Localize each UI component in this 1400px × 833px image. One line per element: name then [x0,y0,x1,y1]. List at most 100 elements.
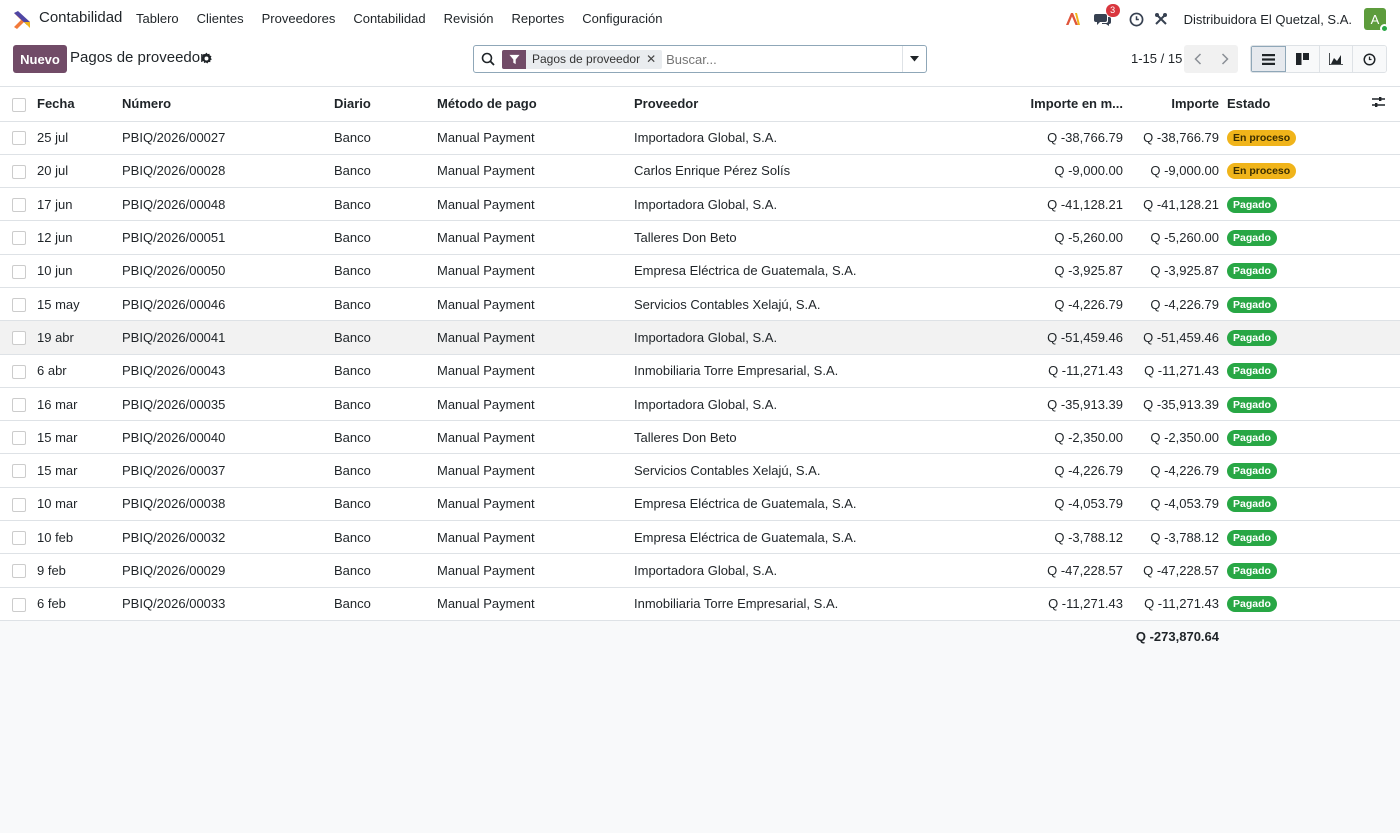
row-checkbox-cell[interactable] [0,287,37,320]
row-checkbox[interactable] [12,231,26,246]
row-checkbox[interactable] [12,497,26,512]
row-checkbox[interactable] [12,297,26,312]
cell-empty [1372,387,1400,420]
avatar-letter: A [1370,11,1380,27]
row-checkbox[interactable] [12,198,26,213]
menu-item-clientes[interactable]: Clientes [197,11,244,26]
table-row[interactable]: 12 jun PBIQ/2026/00051 Banco Manual Payment… [0,220,1400,255]
row-checkbox[interactable] [12,164,26,179]
table-row[interactable]: 15 mar PBIQ/2026/00037 Banco Manual Payment… [0,453,1400,488]
select-all-checkbox[interactable] [12,97,26,112]
new-button[interactable]: Nuevo [13,45,67,73]
row-checkbox-cell[interactable] [0,521,37,554]
row-checkbox[interactable] [12,464,26,479]
row-checkbox[interactable] [12,530,26,545]
row-checkbox-cell[interactable] [0,387,37,420]
kanban-view-icon[interactable] [1285,46,1320,72]
cell-importe: Q -51,459.46 [1143,329,1219,345]
column-header-metodo[interactable]: Método de pago [437,87,634,121]
select-all-checkbox-cell[interactable] [0,87,37,121]
app-name[interactable]: Contabilidad [39,9,122,26]
menu-item-configuracion[interactable]: Configuración [582,11,662,26]
table-row[interactable]: 20 jul PBIQ/2026/00028 Banco Manual Payment… [0,154,1400,188]
list-view: Fecha Número Diario Método de pago Prove… [0,86,1400,833]
user-avatar[interactable]: A [1364,8,1389,33]
online-status-dot [1380,24,1389,33]
caret-down-icon[interactable] [902,46,926,72]
table-row[interactable]: 15 may PBIQ/2026/00046 Banco Manual Payment… [0,287,1400,321]
table-row[interactable]: 9 feb PBIQ/2026/00029 Banco Manual Payment I… [0,553,1400,588]
menu-item-proveedores[interactable]: Proveedores [262,11,336,26]
menu-item-contabilidad[interactable]: Contabilidad [353,11,425,26]
row-checkbox-cell[interactable] [0,487,37,520]
close-icon[interactable]: ✕ [646,52,662,66]
row-checkbox[interactable] [12,431,26,446]
row-checkbox-cell[interactable] [0,421,37,454]
chevron-right-icon[interactable] [1211,45,1238,73]
row-checkbox[interactable] [12,264,26,279]
activity-view-icon[interactable] [1353,46,1386,72]
cell-empty [1372,287,1400,320]
cell-importe-moneda: Q -11,271.43 [1048,596,1123,612]
tools-icon[interactable] [1150,8,1172,30]
column-header-importe-moneda[interactable]: Importe en m... [1017,87,1131,121]
row-checkbox-cell[interactable] [0,587,37,620]
cell-numero: PBIQ/2026/00051 [122,230,226,246]
row-checkbox[interactable] [12,397,26,412]
clock-icon[interactable] [1126,8,1148,30]
row-checkbox-cell[interactable] [0,254,37,287]
cell-metodo: Manual Payment [437,396,535,412]
cell-numero: PBIQ/2026/00027 [122,130,226,146]
row-checkbox-cell[interactable] [0,188,37,221]
table-row[interactable]: 15 mar PBIQ/2026/00040 Banco Manual Payment… [0,420,1400,454]
row-checkbox-cell[interactable] [0,454,37,487]
column-header-importe[interactable]: Importe [1131,87,1227,121]
chevron-left-icon[interactable] [1184,45,1211,73]
row-checkbox-cell[interactable] [0,121,37,154]
table-row[interactable]: 17 jun PBIQ/2026/00048 Banco Manual Payment… [0,187,1400,221]
list-view-icon[interactable] [1251,46,1286,72]
cell-numero: PBIQ/2026/00037 [122,463,226,479]
view-switcher [1250,45,1387,73]
cell-estado: Pagado [1227,387,1372,420]
menu-item-tablero[interactable]: Tablero [136,11,179,26]
row-checkbox[interactable] [12,364,26,379]
ai-icon[interactable] [1062,8,1084,30]
row-checkbox-cell[interactable] [0,354,37,387]
cell-proveedor: Importadora Global, S.A. [634,563,778,578]
table-row[interactable]: 10 feb PBIQ/2026/00032 Banco Manual Payment… [0,520,1400,554]
menu-item-reportes[interactable]: Reportes [511,11,564,26]
row-checkbox[interactable] [12,597,26,612]
row-checkbox-cell[interactable] [0,321,37,354]
row-checkbox-cell[interactable] [0,221,37,254]
table-row[interactable]: 10 jun PBIQ/2026/00050 Banco Manual Payment… [0,254,1400,288]
table-row[interactable]: 19 abr PBIQ/2026/00041 Banco Manual Payment… [0,320,1400,355]
row-checkbox[interactable] [12,131,26,146]
chat-icon[interactable]: 3 [1092,4,1120,30]
cell-metodo: Manual Payment [437,529,535,545]
row-checkbox[interactable] [12,564,26,579]
column-header-diario[interactable]: Diario [334,87,437,121]
table-row[interactable]: 6 feb PBIQ/2026/00033 Banco Manual Payment I… [0,587,1400,621]
table-row[interactable]: 16 mar PBIQ/2026/00035 Banco Manual Payment… [0,387,1400,421]
column-header-estado[interactable]: Estado [1227,87,1372,121]
row-checkbox-cell[interactable] [0,554,37,587]
gear-icon[interactable] [200,52,213,65]
column-header-proveedor[interactable]: Proveedor [634,87,1017,121]
table-row[interactable]: 10 mar PBIQ/2026/00038 Banco Manual Payment… [0,487,1400,521]
row-checkbox-cell[interactable] [0,154,37,187]
graph-view-icon[interactable] [1319,46,1354,72]
cell-proveedor: Importadora Global, S.A. [634,329,778,345]
table-row[interactable]: 25 jul PBIQ/2026/00027 Banco Manual Payment… [0,121,1400,155]
column-header-numero[interactable]: Número [122,87,334,121]
app-logo-icon[interactable] [12,10,32,30]
company-switcher[interactable]: Distribuidora El Quetzal, S.A. [1184,12,1352,27]
search-input[interactable] [666,47,902,71]
search-icon[interactable] [474,46,502,72]
table-row[interactable]: 6 abr PBIQ/2026/00043 Banco Manual Payment I… [0,354,1400,388]
column-header-fecha[interactable]: Fecha [37,87,122,121]
optional-columns-icon[interactable] [1372,87,1400,121]
row-checkbox[interactable] [12,331,26,346]
pager-value[interactable]: 1-15 / 15 [1131,51,1182,66]
menu-item-revision[interactable]: Revisión [444,11,494,26]
